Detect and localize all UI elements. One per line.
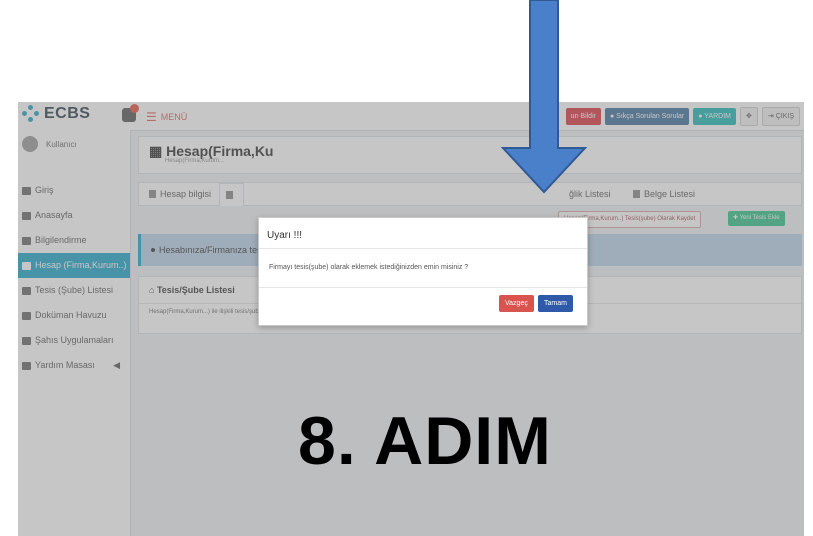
cancel-button[interactable]: Vazgeç bbox=[499, 295, 534, 312]
pointer-arrow-icon bbox=[500, 0, 588, 194]
dialog-title: Uyarı !!! bbox=[267, 230, 303, 241]
ok-button[interactable]: Tamam bbox=[538, 295, 573, 312]
confirm-dialog: Uyarı !!! Firmayı tesis(şube) olarak ekl… bbox=[258, 217, 588, 326]
step-label: 8. ADIM bbox=[298, 403, 552, 479]
divider bbox=[259, 287, 587, 288]
divider bbox=[259, 248, 587, 249]
dialog-message: Firmayı tesis(şube) olarak eklemek isted… bbox=[269, 264, 469, 271]
